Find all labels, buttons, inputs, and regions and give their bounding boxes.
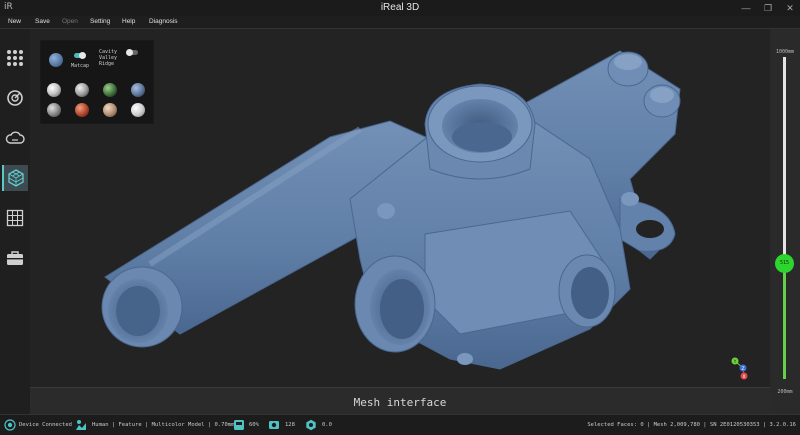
axis-gizmo: Y Z X (731, 357, 748, 380)
close-button[interactable]: ✕ (784, 1, 796, 15)
scan-mode-icon (76, 420, 86, 430)
matcap-swatch-6[interactable] (75, 103, 89, 117)
window-controls: — ❐ ✕ (740, 1, 796, 15)
distance-slider-fill (783, 263, 786, 379)
point-distance-panel: 1000mm 515 200mm (770, 29, 800, 414)
3d-viewport[interactable]: Matcap Cavity Valley Ridge Y Z X (30, 29, 770, 387)
axis-y-label: Y (733, 359, 737, 365)
sidebar-item-modes[interactable] (2, 45, 28, 71)
slider-top-label: 1000mm (775, 49, 795, 55)
frame-rate-value: 0.0 (322, 422, 332, 428)
matcap-swatch-3[interactable] (103, 83, 117, 97)
frames-value: 128 (285, 422, 295, 428)
scan-mode-status: Human | Feature | Multicolor Model | 0.7… (92, 422, 235, 428)
matcap-swatch-8[interactable] (131, 103, 145, 117)
axis-x-label: X (742, 374, 745, 380)
sidebar-item-tools[interactable] (2, 245, 28, 271)
menu-diagnosis[interactable]: Diagnosis (149, 17, 178, 27)
surface-options-label: Cavity Valley Ridge (99, 49, 118, 67)
selected-matcap-swatch[interactable] (49, 53, 63, 67)
sidebar-item-texture[interactable] (2, 205, 28, 231)
matcap-toggle[interactable] (74, 52, 86, 59)
scan-rotate-icon (7, 90, 23, 106)
brightness-icon (234, 420, 244, 430)
interface-label: Mesh interface (353, 396, 447, 409)
interface-label-bar: Mesh interface (30, 387, 770, 416)
minimize-button[interactable]: — (740, 1, 752, 15)
menu-new[interactable]: New (8, 17, 21, 27)
matcap-swatch-4[interactable] (131, 83, 145, 97)
maximize-button[interactable]: ❐ (762, 1, 774, 15)
frame-rate-icon (306, 419, 316, 431)
menu-save[interactable]: Save (35, 17, 50, 27)
menu-setting[interactable]: Setting (90, 17, 110, 27)
device-connected-icon (4, 419, 16, 431)
status-bar: Device Connected Human | Feature | Multi… (0, 414, 800, 435)
axis-z-label: Z (741, 366, 744, 372)
matcap-swatch-1[interactable] (47, 83, 61, 97)
window-title: iReal 3D (380, 2, 420, 13)
cloud-icon (5, 131, 25, 144)
sidebar (0, 29, 30, 414)
menu-help[interactable]: Help (122, 17, 135, 27)
brightness-value: 60% (249, 422, 259, 428)
slider-bottom-label: 200mm (777, 389, 793, 395)
sidebar-item-cloud[interactable] (2, 125, 28, 151)
title-bar: iR iReal 3D — ❐ ✕ (0, 0, 800, 16)
texture-grid-icon (6, 209, 24, 227)
session-info: Selected Faces: 0 | Mesh 2,009,780 | SN … (587, 422, 796, 428)
menu-bar: New Save Open Setting Help Diagnosis (0, 16, 800, 29)
matcap-swatch-7[interactable] (103, 103, 117, 117)
device-status: Device Connected (19, 422, 72, 428)
material-panel: Matcap Cavity Valley Ridge (40, 40, 154, 124)
menu-open[interactable]: Open (62, 17, 78, 27)
sidebar-item-mesh[interactable] (2, 165, 28, 191)
mesh-cube-icon (8, 169, 24, 187)
toolbox-icon (7, 251, 23, 265)
sidebar-item-scan[interactable] (2, 85, 28, 111)
surface-options-toggle[interactable] (126, 49, 138, 56)
matcap-label: Matcap (71, 63, 90, 69)
grid-dots-icon (7, 50, 23, 66)
matcap-swatch-5[interactable] (47, 103, 61, 117)
camera-frames-icon (269, 421, 279, 429)
matcap-swatch-2[interactable] (75, 83, 89, 97)
distance-slider-knob[interactable]: 515 (775, 253, 794, 273)
